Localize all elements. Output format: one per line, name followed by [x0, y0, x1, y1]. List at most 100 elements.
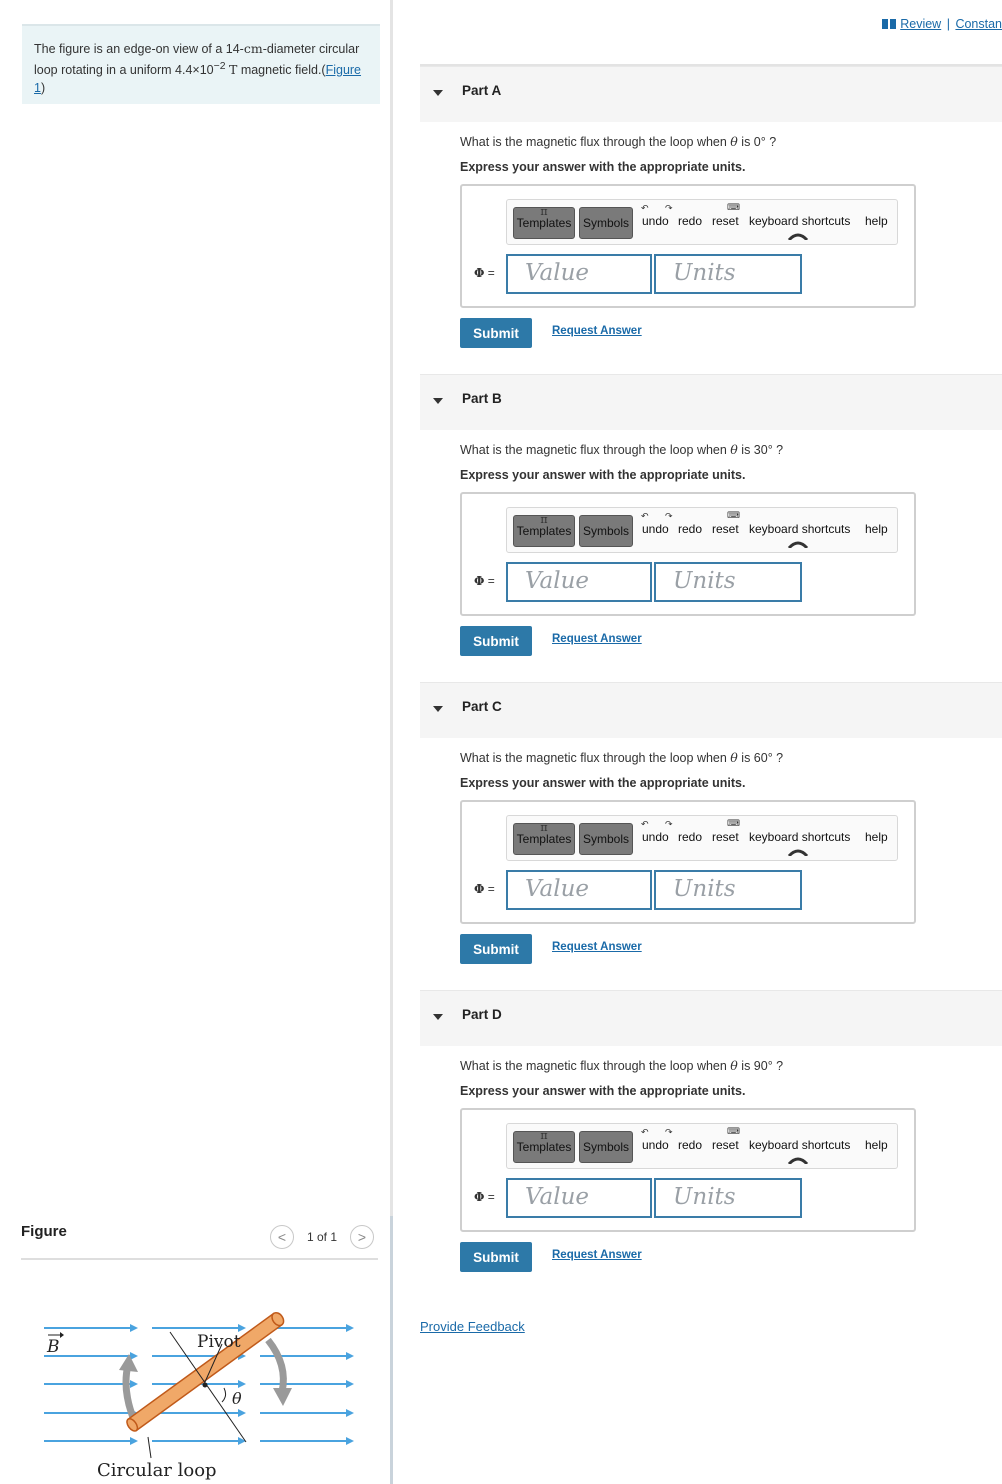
keyboard-icon: ⌨: [727, 510, 740, 520]
value-input[interactable]: Value: [506, 1178, 652, 1218]
rotating-loop-figure: B Pivot θ Circular loop: [44, 1311, 354, 1480]
units-input[interactable]: Units: [654, 870, 802, 910]
undo-button[interactable]: undo: [642, 522, 669, 536]
undo-arrow-icon: ↶: [641, 203, 649, 213]
part-title: Part C: [462, 699, 502, 714]
symbols-button[interactable]: Symbols: [579, 515, 633, 547]
templates-button[interactable]: π Templates: [513, 1129, 575, 1163]
review-link[interactable]: Review: [900, 17, 941, 31]
redo-arrow-icon: ↷: [665, 1127, 673, 1137]
help-button[interactable]: help: [865, 1138, 888, 1152]
symbols-button[interactable]: Symbols: [579, 207, 633, 239]
units-input[interactable]: Units: [654, 1178, 802, 1218]
symbols-button[interactable]: Symbols: [579, 1131, 633, 1163]
templates-button[interactable]: π Templates: [513, 821, 575, 855]
help-arc-icon: [787, 1157, 809, 1164]
intro-exponent: −2: [213, 61, 226, 72]
keyboard-shortcuts-button[interactable]: keyboard shortcuts: [749, 522, 850, 536]
redo-button[interactable]: redo: [678, 214, 702, 228]
value-input[interactable]: Value: [506, 254, 652, 294]
value-input[interactable]: Value: [506, 562, 652, 602]
theta-symbol: θ: [730, 134, 738, 149]
field-line-arrowhead: [346, 1324, 354, 1332]
field-line-arrowhead: [346, 1437, 354, 1445]
constants-link[interactable]: Constan: [955, 17, 1002, 31]
undo-arrow-icon: ↶: [641, 1127, 649, 1137]
pi-icon: π: [540, 1129, 548, 1142]
phi-label: Φ =: [474, 266, 495, 280]
theta-symbol: θ: [730, 442, 738, 457]
templates-label: Templates: [516, 524, 572, 538]
templates-button[interactable]: π Templates: [513, 513, 575, 547]
undo-button[interactable]: undo: [642, 830, 669, 844]
templates-button[interactable]: π Templates: [513, 205, 575, 239]
question-text: What is the magnetic flux through the lo…: [460, 1058, 783, 1073]
part-header[interactable]: Part C: [420, 682, 1002, 738]
answer-instruction: Express your answer with the appropriate…: [460, 160, 746, 174]
reset-button[interactable]: reset: [712, 830, 739, 844]
redo-button[interactable]: redo: [678, 830, 702, 844]
part-title: Part B: [462, 391, 502, 406]
submit-button[interactable]: Submit: [460, 1242, 532, 1272]
math-toolbar: π Templates Symbols ↶ undo ↷ redo ⌨ rese…: [506, 507, 898, 553]
figure-heading: Figure: [21, 1223, 67, 1240]
math-toolbar: π Templates Symbols ↶ undo ↷ redo ⌨ rese…: [506, 815, 898, 861]
value-input[interactable]: Value: [506, 870, 652, 910]
provide-feedback-link[interactable]: Provide Feedback: [420, 1319, 525, 1334]
reset-button[interactable]: reset: [712, 214, 739, 228]
b-vector-arrowhead: [60, 1332, 64, 1338]
question-suffix: is 90° ?: [737, 1059, 784, 1073]
field-line-arrowhead: [346, 1352, 354, 1360]
question-text: What is the magnetic flux through the lo…: [460, 750, 783, 765]
intro-text: The figure is an edge-on view of a 14-: [34, 42, 244, 56]
equals-sign: =: [484, 574, 495, 588]
symbols-button[interactable]: Symbols: [579, 823, 633, 855]
help-button[interactable]: help: [865, 830, 888, 844]
keyboard-shortcuts-button[interactable]: keyboard shortcuts: [749, 1138, 850, 1152]
request-answer-link[interactable]: Request Answer: [552, 633, 642, 645]
undo-arrow-icon: ↶: [641, 511, 649, 521]
pivot-point: [202, 1382, 208, 1388]
help-arc-icon: [787, 541, 809, 548]
chevron-right-icon: >: [357, 1229, 367, 1245]
prev-figure-button[interactable]: <: [270, 1225, 294, 1249]
request-answer-link[interactable]: Request Answer: [552, 325, 642, 337]
submit-button[interactable]: Submit: [460, 934, 532, 964]
part-header[interactable]: Part D: [420, 990, 1002, 1046]
field-line-arrowhead: [130, 1437, 138, 1445]
undo-button[interactable]: undo: [642, 1138, 669, 1152]
keyboard-icon: ⌨: [727, 1126, 740, 1136]
reset-button[interactable]: reset: [712, 1138, 739, 1152]
request-answer-link[interactable]: Request Answer: [552, 1249, 642, 1261]
request-answer-link[interactable]: Request Answer: [552, 941, 642, 953]
b-field-label: B: [46, 1337, 60, 1357]
keyboard-icon: ⌨: [727, 202, 740, 212]
help-button[interactable]: help: [865, 522, 888, 536]
submit-button[interactable]: Submit: [460, 318, 532, 348]
help-button[interactable]: help: [865, 214, 888, 228]
part-header[interactable]: Part A: [420, 66, 1002, 122]
keyboard-shortcuts-button[interactable]: keyboard shortcuts: [749, 214, 850, 228]
pi-icon: π: [540, 821, 548, 834]
redo-button[interactable]: redo: [678, 522, 702, 536]
field-line-arrowhead: [346, 1380, 354, 1388]
answer-box: π Templates Symbols ↶ undo ↷ redo ⌨ rese…: [460, 1108, 916, 1232]
keyboard-shortcuts-button[interactable]: keyboard shortcuts: [749, 830, 850, 844]
symbols-label: Symbols: [582, 216, 629, 230]
units-input[interactable]: Units: [654, 254, 802, 294]
symbols-label: Symbols: [582, 524, 629, 538]
redo-button[interactable]: redo: [678, 1138, 702, 1152]
chevron-left-icon: <: [277, 1229, 287, 1245]
units-input[interactable]: Units: [654, 562, 802, 602]
phi-label: Φ =: [474, 1190, 495, 1204]
answer-box: π Templates Symbols ↶ undo ↷ redo ⌨ rese…: [460, 184, 916, 308]
next-figure-button[interactable]: >: [350, 1225, 374, 1249]
figure-divider: [21, 1258, 378, 1260]
field-line-arrowhead: [238, 1380, 246, 1388]
templates-label: Templates: [516, 216, 572, 230]
figure-pager: < 1 of 1 >: [270, 1225, 374, 1249]
part-header[interactable]: Part B: [420, 374, 1002, 430]
undo-button[interactable]: undo: [642, 214, 669, 228]
submit-button[interactable]: Submit: [460, 626, 532, 656]
reset-button[interactable]: reset: [712, 522, 739, 536]
